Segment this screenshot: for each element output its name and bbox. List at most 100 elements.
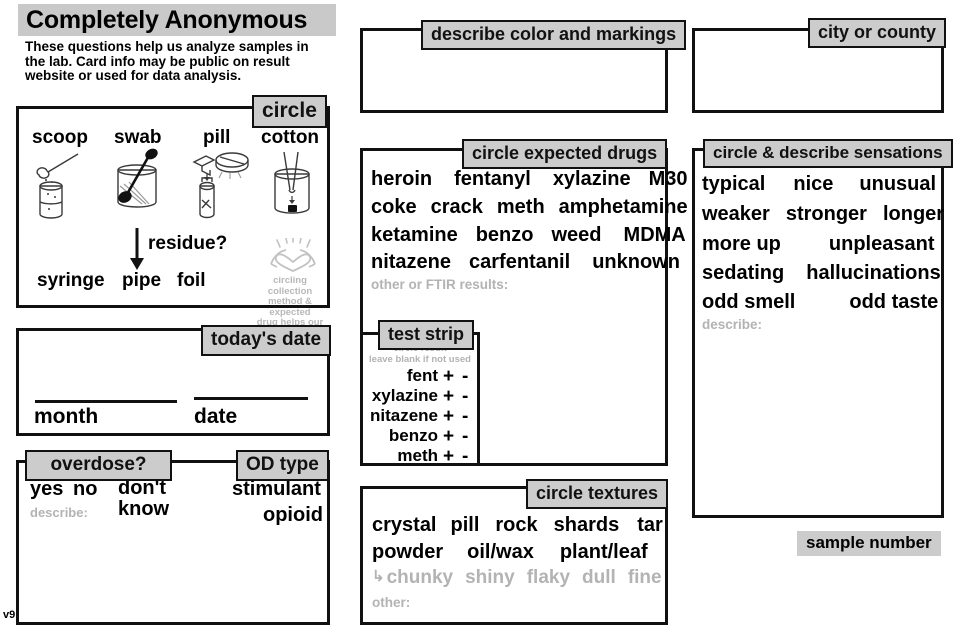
overdose-option-no[interactable]: no xyxy=(73,478,97,501)
od-type-option-stimulant[interactable]: stimulant xyxy=(232,478,321,501)
sensations-describe-label: describe: xyxy=(702,317,763,332)
sensations-row-3: more up unpleasant xyxy=(702,233,934,256)
overdose-option-dont-know[interactable]: don't know xyxy=(118,478,174,520)
drug-option-fentanyl[interactable]: fentanyl xyxy=(454,168,531,191)
sensations-row-5: odd smell odd taste xyxy=(702,291,938,314)
hands-heart-logo-icon xyxy=(262,238,324,272)
texture-sub-option-shiny[interactable]: shiny xyxy=(465,567,515,589)
drug-option-weed[interactable]: weed xyxy=(552,224,602,247)
drug-option-crack[interactable]: crack xyxy=(431,196,483,219)
drug-option-benzo[interactable]: benzo xyxy=(476,224,534,247)
test-strip-xylazine-positive[interactable]: + xyxy=(443,386,454,408)
test-strip-fent-positive[interactable]: + xyxy=(443,366,454,388)
drug-option-heroin[interactable]: heroin xyxy=(371,168,432,191)
texture-option-powder[interactable]: powder xyxy=(372,541,443,564)
drug-option-ketamine[interactable]: ketamine xyxy=(371,224,458,247)
expected-drugs-row-3: ketamine benzo weed MDMA xyxy=(371,224,686,247)
pill-vial-icon xyxy=(192,150,258,222)
sensations-tab: circle & describe sensations xyxy=(703,139,953,168)
collection-option-syringe[interactable]: syringe xyxy=(37,270,105,292)
collection-option-pipe[interactable]: pipe xyxy=(122,270,161,292)
swab-vial-icon xyxy=(106,148,178,220)
test-strip-fent-negative[interactable]: - xyxy=(462,366,468,388)
test-strip-nitazene-negative[interactable]: - xyxy=(462,406,468,428)
sensations-row-4: sedating hallucinations xyxy=(702,262,941,285)
sensation-option-hallucinations[interactable]: hallucinations xyxy=(806,262,940,285)
texture-option-crystal[interactable]: crystal xyxy=(372,514,437,537)
month-write-line[interactable] xyxy=(35,400,177,403)
drug-option-nitazene[interactable]: nitazene xyxy=(371,251,451,274)
sensation-option-sedating[interactable]: sedating xyxy=(702,262,784,285)
date-write-line[interactable] xyxy=(194,397,308,400)
od-type-option-opioid[interactable]: opioid xyxy=(263,504,323,527)
sensation-option-unusual[interactable]: unusual xyxy=(859,173,936,196)
drug-option-mdma[interactable]: MDMA xyxy=(624,224,686,247)
test-strip-row-fent: fent xyxy=(360,366,438,386)
overdose-describe-label: describe: xyxy=(30,505,88,520)
city-county-tab: city or county xyxy=(808,18,947,48)
test-strip-row-meth: meth xyxy=(360,446,438,466)
texture-sub-option-dull[interactable]: dull xyxy=(582,567,616,589)
sensation-option-nice[interactable]: nice xyxy=(793,173,833,196)
texture-sub-option-fine[interactable]: fine xyxy=(628,567,662,589)
sensation-option-unpleasant[interactable]: unpleasant xyxy=(829,233,935,256)
texture-option-shards[interactable]: shards xyxy=(554,514,620,537)
todays-date-tab: today's date xyxy=(201,325,332,356)
residue-arrow-icon xyxy=(128,228,148,270)
drug-option-meth[interactable]: meth xyxy=(497,196,545,219)
page-title: Completely Anonymous xyxy=(18,4,336,36)
collection-option-foil[interactable]: foil xyxy=(177,270,206,292)
logo-caption-line-2: method & expected xyxy=(268,296,312,318)
test-strip-nitazene-positive[interactable]: + xyxy=(443,406,454,428)
sensation-option-longer[interactable]: longer xyxy=(883,203,944,226)
drug-option-carfentanil[interactable]: carfentanil xyxy=(469,251,570,274)
color-markings-tab: describe color and markings xyxy=(421,20,687,50)
test-strip-label-benzo: benzo xyxy=(388,426,438,445)
od-type-tab: OD type xyxy=(236,450,329,481)
texture-option-tar[interactable]: tar xyxy=(637,514,663,537)
test-strip-benzo-positive[interactable]: + xyxy=(443,426,454,448)
texture-option-oil-wax[interactable]: oil/wax xyxy=(467,541,534,564)
sensations-row-1: typical nice unusual xyxy=(702,173,936,196)
test-strip-meth-positive[interactable]: + xyxy=(443,446,454,468)
scoop-vial-icon xyxy=(28,150,90,220)
overdose-option-yes[interactable]: yes xyxy=(30,478,63,501)
collection-option-pill[interactable]: pill xyxy=(203,127,230,149)
textures-tab: circle textures xyxy=(526,479,669,509)
test-strip-note-line-2: leave blank if not used xyxy=(369,353,471,365)
expected-drugs-tab: circle expected drugs xyxy=(462,139,668,169)
drug-checking-sample-card: Completely Anonymous These questions hel… xyxy=(0,0,960,640)
textures-sub-row: ↳ chunky shiny flaky dull fine xyxy=(372,567,662,589)
test-strip-meth-negative[interactable]: - xyxy=(462,446,468,468)
test-strip-row-benzo: benzo xyxy=(360,426,438,446)
collection-option-swab[interactable]: swab xyxy=(114,127,162,149)
sample-number-label: sample number xyxy=(797,531,941,556)
collection-option-scoop[interactable]: scoop xyxy=(32,127,88,149)
drug-option-xylazine[interactable]: xylazine xyxy=(553,168,631,191)
cotton-tweezers-vial-icon xyxy=(265,150,319,222)
drug-option-unknown[interactable]: unknown xyxy=(592,251,680,274)
texture-option-plant-leaf[interactable]: plant/leaf xyxy=(560,541,648,564)
drug-option-amphetamine[interactable]: amphetamine xyxy=(559,196,688,219)
test-strip-row-xylazine: xylazine xyxy=(360,386,438,406)
texture-option-pill[interactable]: pill xyxy=(451,514,480,537)
sensation-option-more-up[interactable]: more up xyxy=(702,233,781,256)
texture-option-rock[interactable]: rock xyxy=(495,514,537,537)
sensation-option-typical[interactable]: typical xyxy=(702,173,765,196)
sensation-option-weaker[interactable]: weaker xyxy=(702,203,770,226)
texture-sub-option-chunky[interactable]: chunky xyxy=(387,567,454,589)
test-strip-xylazine-negative[interactable]: - xyxy=(462,386,468,408)
test-strip-benzo-negative[interactable]: - xyxy=(462,426,468,448)
drug-option-coke[interactable]: coke xyxy=(371,196,417,219)
expected-drugs-row-4: nitazene carfentanil unknown xyxy=(371,251,680,274)
collection-circle-tab[interactable]: circle xyxy=(252,95,327,128)
texture-sub-option-flaky[interactable]: flaky xyxy=(527,567,570,589)
sensation-option-odd-taste[interactable]: odd taste xyxy=(849,291,938,314)
collection-option-cotton[interactable]: cotton xyxy=(261,127,319,149)
residue-label: residue? xyxy=(148,233,228,254)
logo-caption-line-1: circling collection xyxy=(267,275,313,297)
test-strip-tab: test strip xyxy=(378,320,475,350)
sensation-option-odd-smell[interactable]: odd smell xyxy=(702,291,795,314)
drug-option-m30[interactable]: M30 xyxy=(649,168,688,191)
sensation-option-stronger[interactable]: stronger xyxy=(786,203,867,226)
